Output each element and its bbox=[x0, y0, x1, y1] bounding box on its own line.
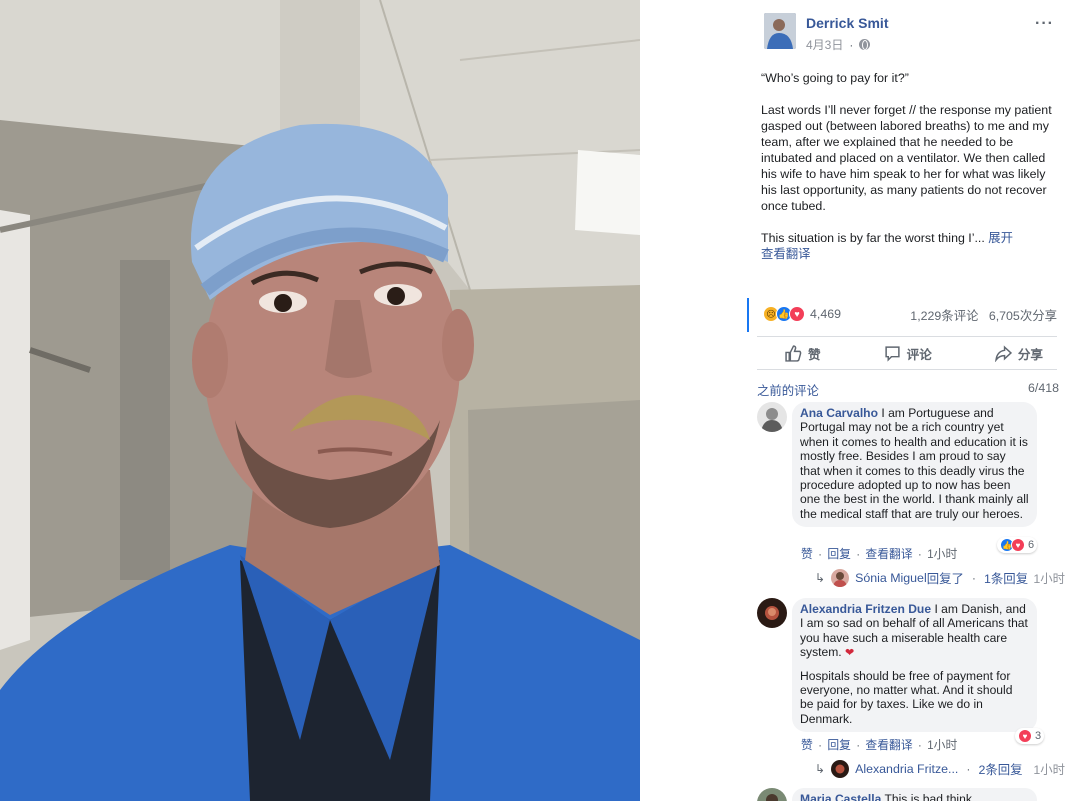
comment-item: Maria Castella This is bad think bbox=[757, 788, 1057, 801]
post-photo[interactable] bbox=[0, 0, 640, 801]
replier-avatar bbox=[831, 760, 850, 778]
comments-count-progress: 6/418 bbox=[1027, 381, 1059, 395]
links-separator: · bbox=[917, 547, 922, 561]
reply-time: 1小时 bbox=[1033, 572, 1065, 586]
comment-text-2: Hospitals should be free of payment for … bbox=[800, 668, 1013, 726]
commenter-name[interactable]: Ana Carvalho bbox=[800, 406, 878, 420]
commenter-avatar[interactable] bbox=[757, 788, 787, 801]
commenter-name[interactable]: Maria Castella bbox=[800, 792, 881, 801]
meta-separator: · bbox=[849, 37, 854, 52]
comment-item: Ana Carvalho I am Portuguese and Portuga… bbox=[757, 402, 1065, 602]
comment-text: I am Portuguese and Portugal may not be … bbox=[800, 406, 1029, 521]
commenter-avatar[interactable] bbox=[757, 598, 787, 628]
share-label: 分享 bbox=[1017, 347, 1043, 362]
like-button[interactable]: 赞 bbox=[785, 344, 821, 363]
comment-time[interactable]: 1小时 bbox=[927, 547, 957, 561]
post-panel: Derrick Smit 4月3日 · ··· “Who’s going to … bbox=[640, 0, 1068, 801]
reply-count: 2条回复 bbox=[978, 763, 1023, 777]
replier-name: Alexandria Fritze... bbox=[855, 762, 959, 776]
links-separator: · bbox=[818, 738, 823, 752]
reply-arrow-icon: ↳ bbox=[815, 571, 826, 585]
comment-like-link[interactable]: 赞 bbox=[801, 547, 813, 561]
links-separator: · bbox=[856, 547, 861, 561]
love-reaction-icon: ♥ bbox=[1018, 729, 1032, 743]
links-separator: · bbox=[818, 547, 823, 561]
selfie-image bbox=[0, 0, 640, 801]
reaction-summary[interactable]: ☹ 👍 ♥ 4,469 bbox=[763, 306, 841, 322]
reply-separator: · bbox=[966, 762, 971, 776]
links-separator: · bbox=[856, 738, 861, 752]
comment-reply-link[interactable]: 回复 bbox=[827, 738, 851, 752]
expand-link[interactable]: 展开 bbox=[988, 231, 1013, 245]
reply-summary[interactable]: ↳ Sónia Miguel 回复了 · 1条回复 1小时 bbox=[815, 569, 1068, 587]
reply-summary[interactable]: ↳ Alexandria Fritze... · 2条回复 1小时 bbox=[815, 760, 1068, 778]
comments-count[interactable]: 1,229条评论 bbox=[910, 309, 978, 323]
comment-react-count: 6 bbox=[1028, 539, 1035, 551]
comment-react-count: 3 bbox=[1035, 730, 1042, 742]
commenter-avatar[interactable] bbox=[757, 402, 787, 432]
comment-icon bbox=[884, 345, 900, 362]
reply-separator: · bbox=[971, 571, 977, 585]
comment-reactions[interactable]: ♥ 3 bbox=[1015, 728, 1045, 744]
comment-links: 赞 · 回复 · 查看翻译 · 1小时 bbox=[801, 736, 957, 753]
reply-arrow-icon: ↳ bbox=[815, 762, 826, 776]
more-horizontal-icon[interactable]: ··· bbox=[1035, 15, 1054, 33]
post-header: Derrick Smit 4月3日 · ··· bbox=[764, 13, 1060, 53]
comment-bubble: Alexandria Fritzen Due I am Danish, and … bbox=[792, 598, 1037, 733]
comment-button[interactable]: 评论 bbox=[884, 344, 932, 363]
like-label: 赞 bbox=[808, 347, 821, 362]
post-text: “Who’s going to pay for it?” Last words … bbox=[761, 70, 1061, 262]
broken-heart-icon: ❤ bbox=[845, 647, 855, 660]
comment-translate-link[interactable]: 查看翻译 bbox=[865, 738, 912, 752]
stat-right: 1,229条评论 6,705次分享 bbox=[910, 306, 1057, 324]
comment-time[interactable]: 1小时 bbox=[927, 738, 957, 752]
post-paragraph-1: Last words I’ll never forget // the resp… bbox=[761, 103, 1052, 213]
share-button[interactable]: 分享 bbox=[994, 344, 1043, 363]
post-date[interactable]: 4月3日 bbox=[806, 36, 843, 53]
author-avatar[interactable] bbox=[764, 13, 796, 49]
comment-item: Alexandria Fritzen Due I am Danish, and … bbox=[757, 598, 1065, 788]
shares-count[interactable]: 6,705次分享 bbox=[989, 309, 1057, 323]
thumbs-up-icon bbox=[785, 344, 802, 362]
replier-avatar bbox=[831, 569, 850, 587]
post-paragraph-2: This situation is by far the worst thing… bbox=[761, 231, 985, 245]
replied-label: 回复了 bbox=[926, 572, 964, 586]
comment-bubble: Ana Carvalho I am Portuguese and Portuga… bbox=[792, 402, 1037, 528]
post-quote: “Who’s going to pay for it?” bbox=[761, 71, 909, 85]
author-name[interactable]: Derrick Smit bbox=[806, 15, 888, 31]
commenter-name[interactable]: Alexandria Fritzen Due bbox=[800, 602, 931, 616]
love-reaction-icon: ♥ bbox=[789, 306, 805, 322]
see-translation-link[interactable]: 查看翻译 bbox=[761, 246, 1061, 262]
comment-label: 评论 bbox=[906, 347, 932, 362]
comments-header: 之前的评论 6/418 bbox=[757, 381, 1059, 399]
reply-time: 1小时 bbox=[1033, 763, 1065, 777]
replier-name: Sónia Miguel bbox=[855, 571, 927, 585]
post-actions: 赞 评论 分享 bbox=[757, 336, 1057, 370]
post-meta: 4月3日 · bbox=[806, 36, 871, 53]
love-reaction-icon: ♥ bbox=[1011, 538, 1025, 552]
comment-like-link[interactable]: 赞 bbox=[801, 738, 813, 752]
reaction-count: 4,469 bbox=[810, 307, 842, 321]
share-icon bbox=[994, 344, 1012, 362]
comment-text: This is bad think bbox=[884, 792, 972, 801]
comment-translate-link[interactable]: 查看翻译 bbox=[865, 547, 912, 561]
comment-reply-link[interactable]: 回复 bbox=[827, 547, 851, 561]
previous-comments-link[interactable]: 之前的评论 bbox=[757, 381, 819, 399]
comment-bubble: Maria Castella This is bad think bbox=[792, 788, 1037, 801]
comment-reactions[interactable]: 👍 ♥ 6 bbox=[997, 537, 1038, 553]
comment-links: 赞 · 回复 · 查看翻译 · 1小时 bbox=[801, 545, 957, 562]
reply-count: 1条回复 bbox=[984, 572, 1029, 586]
links-separator: · bbox=[917, 738, 922, 752]
globe-icon bbox=[859, 39, 871, 50]
post-stats: ☹ 👍 ♥ 4,469 1,229条评论 6,705次分享 bbox=[747, 298, 1063, 332]
